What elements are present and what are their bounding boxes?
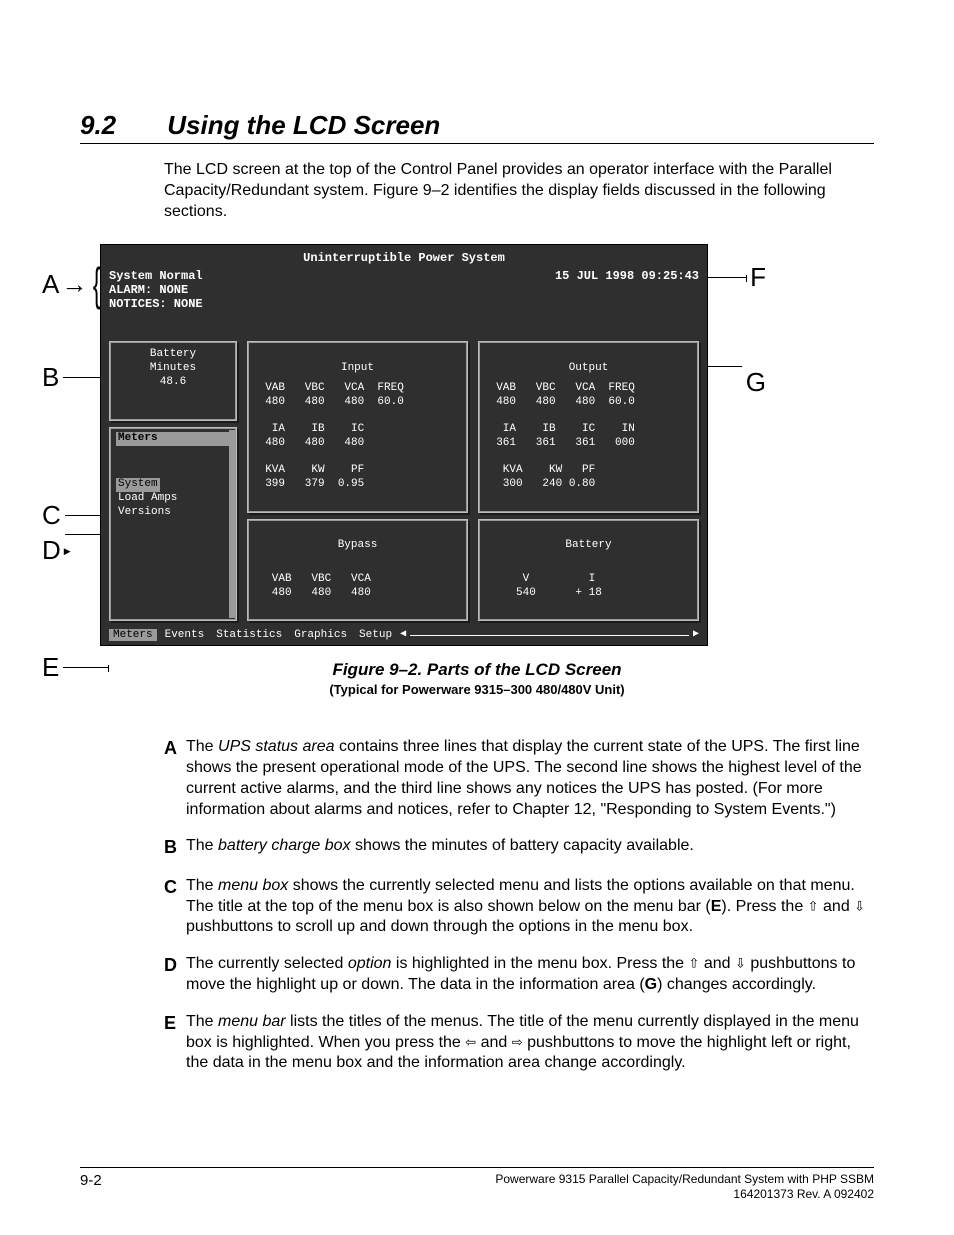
menu-option[interactable]: Load Amps	[116, 492, 230, 506]
menu-selected-option[interactable]: System	[116, 478, 160, 492]
down-arrow-icon: ⇩	[854, 898, 865, 913]
page-footer: 9-2 Powerware 9315 Parallel Capacity/Red…	[80, 1167, 874, 1201]
callout-E: E	[42, 652, 108, 683]
callout-A: A→{	[42, 268, 101, 300]
menu-scrollbar[interactable]	[229, 430, 235, 618]
desc-C: C The menu box shows the currently selec…	[164, 876, 874, 938]
up-arrow-icon: ⇧	[689, 955, 700, 970]
figure-caption: Figure 9–2. Parts of the LCD Screen (Typ…	[80, 660, 874, 697]
battery-label: Battery Minutes	[116, 348, 230, 376]
panel-bypass: Bypass VAB VBC VCA 480 480 480	[247, 519, 468, 622]
status-line-1: System Normal	[109, 269, 203, 283]
panel-input: Input VAB VBC VCA FREQ 480 480 480 60.0 …	[247, 341, 468, 512]
status-line-2: ALARM: NONE	[109, 283, 203, 297]
menubar-item[interactable]: Statistics	[212, 629, 286, 641]
intro-paragraph: The LCD screen at the top of the Control…	[164, 160, 874, 222]
battery-charge-box: Battery Minutes 48.6	[109, 341, 237, 421]
menubar-scroll-indicator	[410, 635, 689, 636]
footer-doc-rev: 164201373 Rev. A 092402	[495, 1187, 874, 1201]
menubar-item[interactable]: Setup	[355, 629, 396, 641]
left-arrow-icon: ⇦	[465, 1034, 476, 1049]
lcd-title: Uninterruptible Power System	[109, 251, 699, 265]
menu-option[interactable]: Versions	[116, 506, 230, 520]
figure: A→{ B C D E F G Uninterruptible Power Sy…	[100, 244, 874, 646]
section-heading: 9.2 Using the LCD Screen	[80, 110, 874, 144]
down-arrow-icon: ⇩	[735, 955, 746, 970]
up-arrow-icon: ⇧	[808, 898, 819, 913]
callout-F: F	[698, 262, 766, 293]
figure-caption-line1: Figure 9–2. Parts of the LCD Screen	[80, 660, 874, 680]
menubar-item[interactable]: Events	[161, 629, 209, 641]
panel-output: Output VAB VBC VCA FREQ 480 480 480 60.0…	[478, 341, 699, 512]
panel-battery: Battery V I 540 + 18	[478, 519, 699, 622]
page-number: 9-2	[80, 1172, 102, 1201]
section-number: 9.2	[80, 110, 160, 141]
menubar-item-selected[interactable]: Meters	[109, 629, 157, 641]
lcd-datetime: 15 JUL 1998 09:25:43	[555, 269, 699, 311]
menubar-item[interactable]: Graphics	[290, 629, 351, 641]
desc-D: D The currently selected option is highl…	[164, 954, 874, 996]
menu-bar[interactable]: Meters Events Statistics Graphics Setup	[109, 629, 699, 641]
ups-status-area: System Normal ALARM: NONE NOTICES: NONE	[109, 269, 203, 311]
battery-minutes-value: 48.6	[116, 376, 230, 390]
footer-doc-title: Powerware 9315 Parallel Capacity/Redunda…	[495, 1172, 874, 1186]
section-title-text: Using the LCD Screen	[167, 110, 440, 140]
menu-box-title: Meters	[116, 432, 230, 446]
menu-box[interactable]: Meters System Load Amps Versions	[109, 427, 237, 621]
right-arrow-icon: ⇨	[512, 1034, 523, 1049]
figure-caption-line2: (Typical for Powerware 9315–300 480/480V…	[80, 682, 874, 697]
status-line-3: NOTICES: NONE	[109, 297, 203, 311]
lcd-screen: Uninterruptible Power System System Norm…	[100, 244, 708, 646]
desc-E: E The menu bar lists the titles of the m…	[164, 1012, 874, 1074]
desc-A: A The UPS status area contains three lin…	[164, 737, 874, 820]
description-list: A The UPS status area contains three lin…	[164, 737, 874, 1074]
desc-B: B The battery charge box shows the minut…	[164, 836, 874, 859]
